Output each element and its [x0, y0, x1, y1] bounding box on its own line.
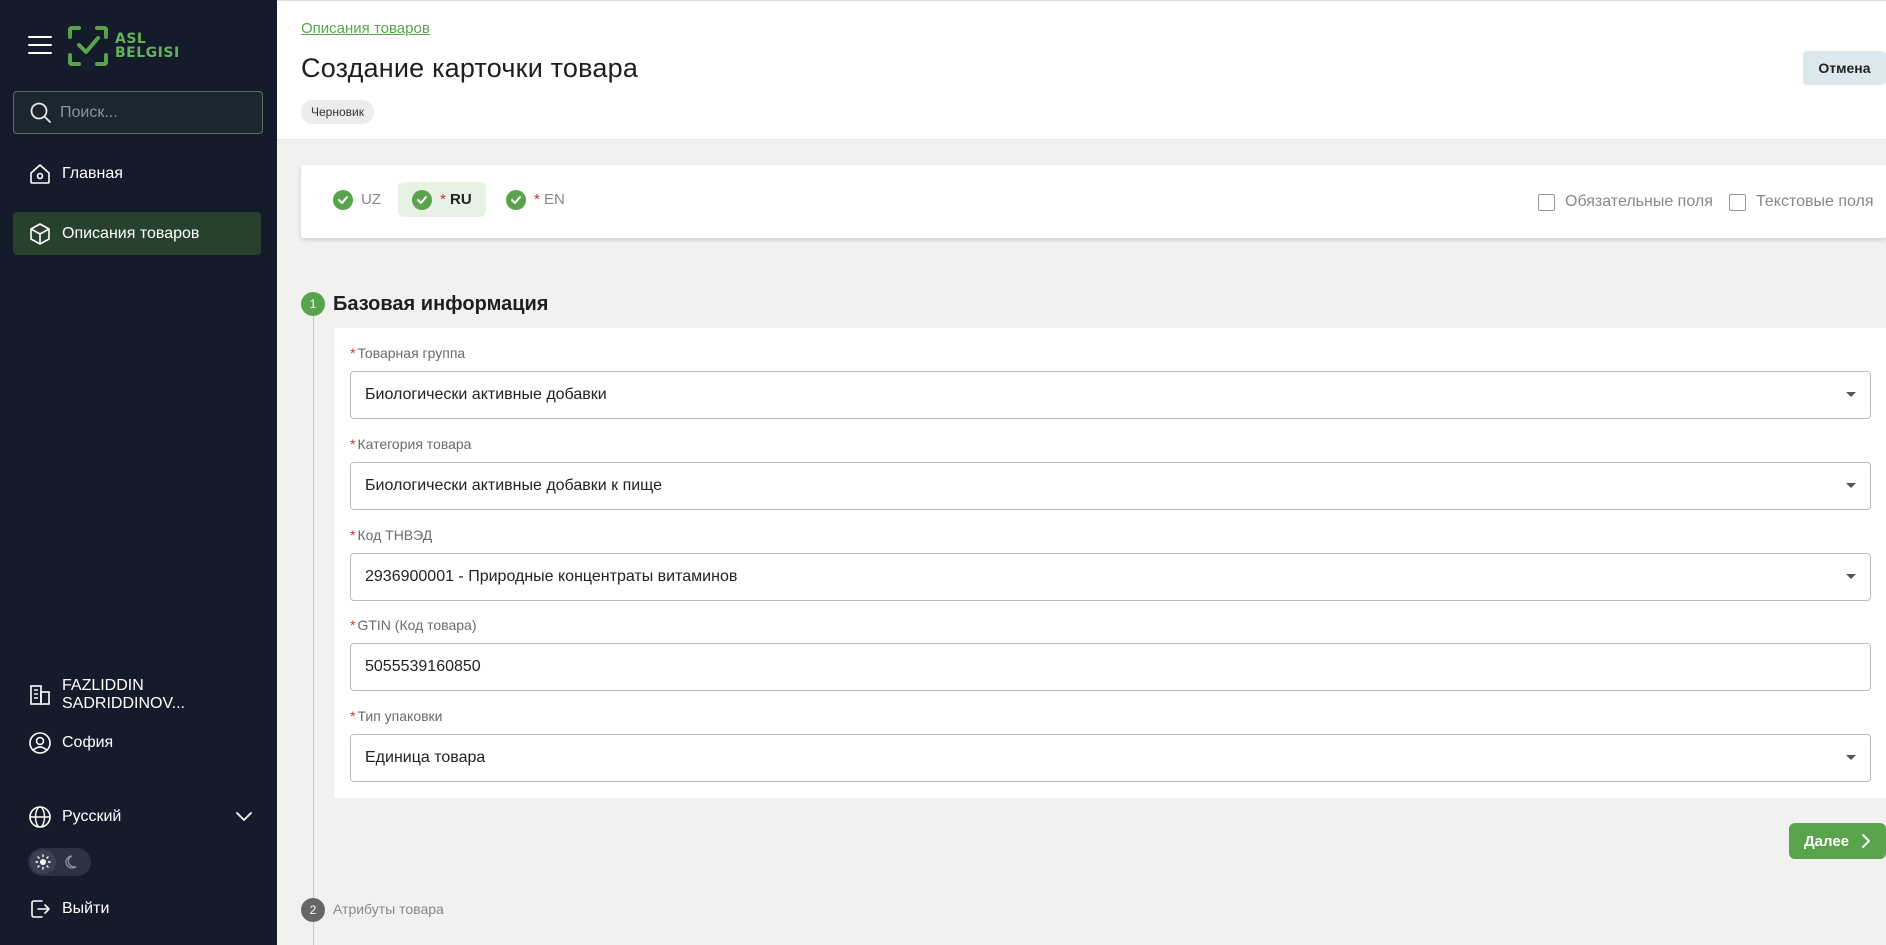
required-asterisk: * [440, 191, 446, 208]
filter-text-fields-label: Текстовые поля [1756, 193, 1874, 210]
next-button[interactable]: Далее [1789, 823, 1886, 859]
tab-lang-en[interactable]: * EN [492, 182, 579, 217]
status-badge: Черновик [301, 100, 374, 124]
caret-down-icon [1846, 755, 1856, 760]
check-circle-icon [412, 189, 432, 210]
page-header: Описания товаров Создание карточки товар… [277, 0, 1886, 140]
language-label: Русский [62, 807, 122, 825]
select-product-group[interactable]: Биологически активные добавки [350, 371, 1871, 419]
select-package-type-value: Единица товара [365, 749, 486, 766]
search-input[interactable] [60, 103, 260, 122]
logo-check-icon [68, 26, 108, 66]
basic-info-form: * Товарная группа Биологически активные д… [334, 328, 1886, 798]
search-icon [30, 102, 51, 123]
sidebar: ASL BELGISI Главная Описания товаров FAZ… [0, 0, 277, 945]
filter-required-fields[interactable]: Обязательные поля [1538, 193, 1713, 211]
select-category-value: Биологически активные добавки к пище [365, 477, 663, 494]
step-2-number: 2 [301, 898, 325, 922]
moon-icon[interactable] [60, 850, 86, 874]
logo-line2: BELGISI [115, 45, 180, 61]
globe-icon [28, 805, 52, 829]
step-1-number: 1 [301, 292, 325, 316]
check-circle-icon [333, 189, 353, 210]
theme-toggle[interactable] [28, 848, 91, 876]
box-icon [28, 222, 52, 246]
caret-down-icon [1846, 392, 1856, 397]
required-asterisk: * [534, 191, 540, 208]
cancel-button[interactable]: Отмена [1803, 51, 1886, 85]
nav-item-product-descriptions-label: Описания товаров [62, 224, 200, 242]
logout-label: Выйти [62, 899, 110, 917]
tab-lang-ru[interactable]: * RU [398, 182, 486, 217]
chevron-down-icon [236, 812, 252, 821]
sun-icon[interactable] [30, 850, 56, 874]
next-button-label: Далее [1803, 832, 1850, 850]
filter-required-fields-label: Обязательные поля [1565, 193, 1713, 210]
field-label-package-type: * Тип упаковки [350, 708, 443, 724]
company-icon [28, 683, 52, 707]
tab-lang-uz[interactable]: UZ [319, 182, 395, 217]
field-label-category: * Категория товара [350, 436, 472, 452]
page-title: Создание карточки товара [301, 53, 639, 83]
tab-lang-uz-label: UZ [361, 191, 381, 208]
caret-down-icon [1846, 483, 1856, 488]
select-package-type[interactable]: Единица товара [350, 734, 1871, 782]
language-select[interactable]: Русский [13, 795, 261, 838]
hamburger-menu-icon[interactable] [28, 36, 52, 56]
check-circle-icon [506, 189, 526, 210]
user-profile-item[interactable]: София [13, 721, 261, 764]
step-2-title[interactable]: Атрибуты товара [333, 901, 444, 917]
breadcrumb-product-descriptions[interactable]: Описания товаров [301, 20, 430, 37]
logo-text: ASL BELGISI [115, 32, 180, 60]
step-1-title: Базовая информация [333, 293, 549, 315]
user-name: София [62, 733, 114, 751]
step-connector-line [313, 316, 314, 945]
search-box [13, 91, 263, 134]
select-product-group-value: Биологически активные добавки [365, 386, 607, 403]
language-tabs-bar: UZ * RU * EN Обязательные поля Текстовые… [301, 165, 1886, 238]
field-label-gtin: * GTIN (Код товара) [350, 617, 477, 633]
nav-item-home[interactable]: Главная [13, 152, 261, 195]
field-label-product-group: * Товарная группа [350, 345, 466, 361]
checkbox-required-fields[interactable] [1538, 193, 1555, 211]
checkbox-text-fields[interactable] [1729, 193, 1746, 211]
logo[interactable]: ASL BELGISI [67, 25, 180, 67]
logo-line1: ASL [115, 31, 147, 47]
caret-down-icon [1846, 574, 1856, 579]
user-icon [28, 731, 52, 755]
select-tnved-code-value: 2936900001 - Природные концентраты витам… [365, 568, 738, 585]
tab-lang-en-label: EN [544, 191, 565, 208]
select-tnved-code[interactable]: 2936900001 - Природные концентраты витам… [350, 553, 1871, 601]
logout-icon [28, 897, 52, 921]
gtin-input[interactable] [365, 658, 1870, 676]
tab-lang-ru-label: RU [450, 191, 472, 208]
nav-item-product-descriptions[interactable]: Описания товаров [13, 212, 261, 255]
chevron-right-icon [1862, 834, 1871, 848]
logout-button[interactable]: Выйти [13, 887, 261, 930]
company-item[interactable]: FAZLIDDIN SADRIDDINOV... [13, 673, 261, 716]
nav-item-home-label: Главная [62, 164, 123, 182]
field-label-tnved: * Код ТНВЭД [350, 527, 433, 543]
filter-text-fields[interactable]: Текстовые поля [1729, 193, 1874, 211]
home-icon [28, 162, 52, 186]
gtin-field[interactable] [350, 643, 1871, 691]
company-name: FAZLIDDIN SADRIDDINOV... [62, 676, 185, 712]
select-category[interactable]: Биологически активные добавки к пище [350, 462, 1871, 510]
